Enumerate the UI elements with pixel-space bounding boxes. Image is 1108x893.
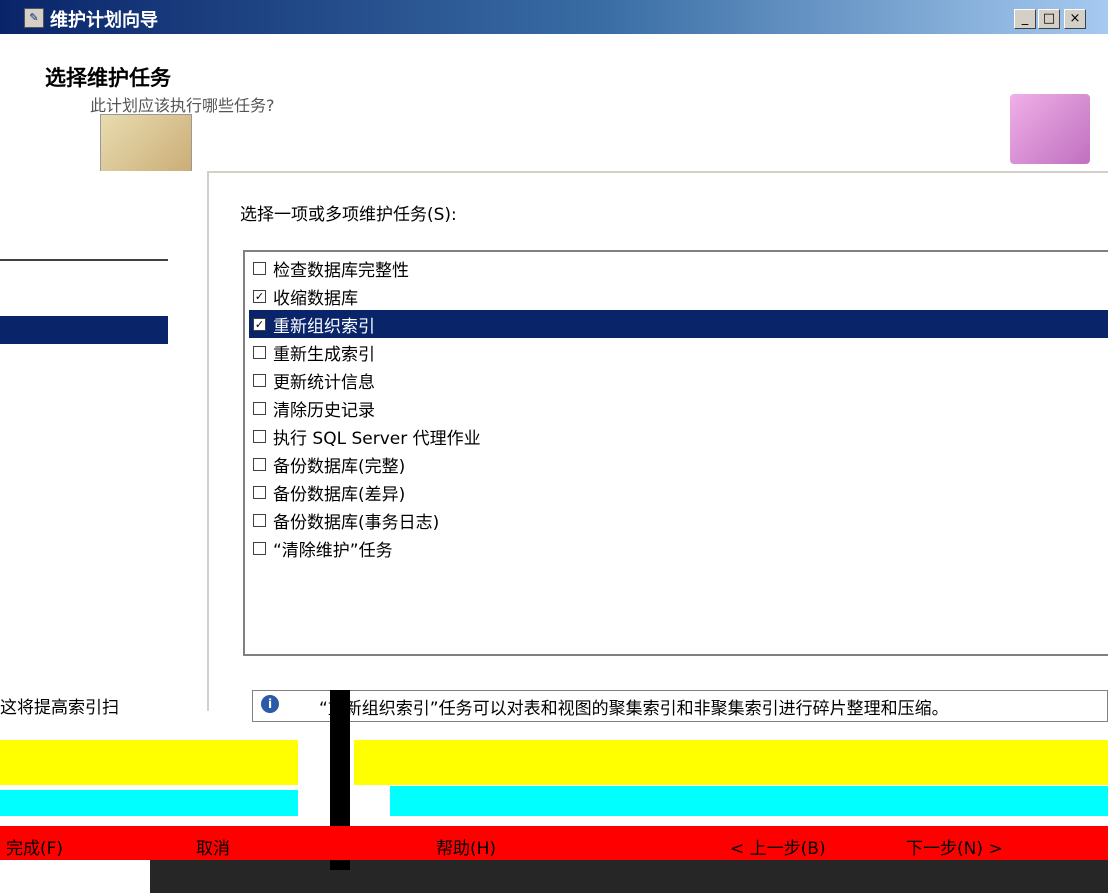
task-list-item[interactable]: 备份数据库(完整) [249,450,1108,478]
wizard-header: 选择维护任务 此计划应该执行哪些任务? [0,34,1108,188]
task-checkbox[interactable] [253,458,266,471]
task-list-item[interactable]: “清除维护”任务 [249,534,1108,562]
task-list-item[interactable]: 更新统计信息 [249,366,1108,394]
task-list-item[interactable]: 清除历史记录 [249,394,1108,422]
task-list-item[interactable]: 检查数据库完整性 [249,254,1108,282]
close-button[interactable]: × [1064,9,1086,29]
back-button[interactable]: < 上一步(B) [730,834,826,859]
artifact-block [0,740,298,785]
wizard-app-icon: ✎ [24,8,44,28]
task-label: 备份数据库(完整) [273,457,406,477]
task-label: 重新组织索引 [273,317,375,337]
artifact-block [0,790,298,816]
left-pane-divider [0,259,168,261]
tasks-listbox[interactable]: 检查数据库完整性 ✓ 收缩数据库 ✓ 重新组织索引 重新生成索引 更新统计信息 清除历史记录执… [243,250,1108,656]
artifact-block [150,860,1108,893]
info-icon: i [261,695,279,713]
task-label: 收缩数据库 [273,289,358,309]
artifact-block [390,786,1108,816]
page-subtitle: 此计划应该执行哪些任务? [90,96,275,115]
description-bar: i “重新组织索引”任务可以对表和视图的聚集索引和非聚集索引进行碎片整理和压缩。 [252,690,1108,722]
next-button[interactable]: 下一步(N) > [906,834,1003,859]
left-pane [0,171,209,711]
page-title: 选择维护任务 [45,66,171,90]
task-checkbox[interactable] [253,430,266,443]
task-description: “重新组织索引”任务可以对表和视图的聚集索引和非聚集索引进行碎片整理和压缩。 [319,699,949,719]
artifact-block [354,740,1108,785]
task-list-item[interactable]: ✓ 重新组织索引 [249,310,1108,338]
task-label: 备份数据库(差异) [273,485,406,505]
task-label: 备份数据库(事务日志) [273,513,440,533]
tasks-prompt: 选择一项或多项维护任务(S): [240,205,457,225]
help-button[interactable]: 帮助(H) [436,834,496,859]
maximize-button[interactable]: □ [1038,9,1060,29]
task-checkbox[interactable] [253,402,266,415]
description-text-left: 这将提高索引扫 [0,698,119,718]
task-checkbox[interactable] [253,374,266,387]
task-checkbox[interactable] [253,262,266,275]
minimize-button[interactable]: _ [1014,9,1036,29]
task-list-item[interactable]: 备份数据库(差异) [249,478,1108,506]
task-list-item[interactable]: 执行 SQL Server 代理作业 [249,422,1108,450]
window-title: 维护计划向导 [50,10,158,31]
wizard-graphic-icon [1010,94,1090,164]
task-label: 重新生成索引 [273,345,375,365]
task-label: 执行 SQL Server 代理作业 [273,429,481,449]
task-checkbox[interactable] [253,514,266,527]
task-label: 检查数据库完整性 [273,261,409,281]
cancel-button[interactable]: 取消 [196,834,230,859]
task-checkbox[interactable]: ✓ [253,290,266,303]
task-label: “清除维护”任务 [273,541,393,561]
task-checkbox[interactable]: ✓ [253,318,266,331]
task-label: 更新统计信息 [273,373,375,393]
task-list-item[interactable]: ✓ 收缩数据库 [249,282,1108,310]
title-bar: ✎ 维护计划向导 _ □ × [0,0,1108,34]
left-pane-selection [0,316,168,344]
task-label: 清除历史记录 [273,401,375,421]
finish-button[interactable]: 完成(F) [6,834,63,859]
task-checkbox[interactable] [253,542,266,555]
task-checkbox[interactable] [253,486,266,499]
task-list-item[interactable]: 备份数据库(事务日志) [249,506,1108,534]
task-list-item[interactable]: 重新生成索引 [249,338,1108,366]
task-checkbox[interactable] [253,346,266,359]
